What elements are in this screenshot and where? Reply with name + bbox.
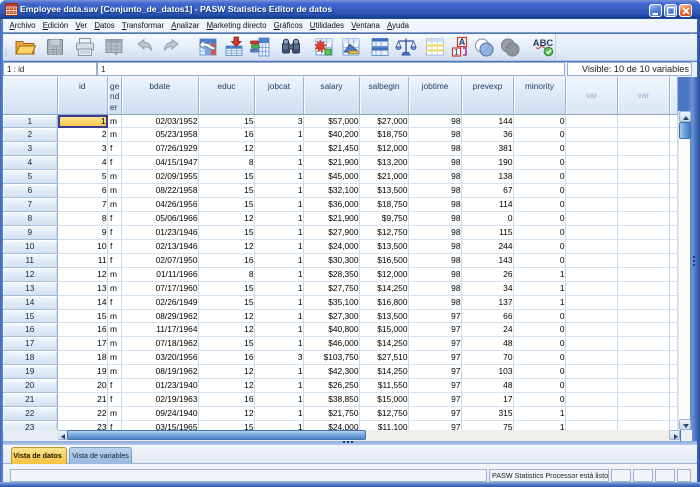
- svg-text:1: 1: [454, 47, 459, 57]
- svg-text:A: A: [459, 37, 466, 47]
